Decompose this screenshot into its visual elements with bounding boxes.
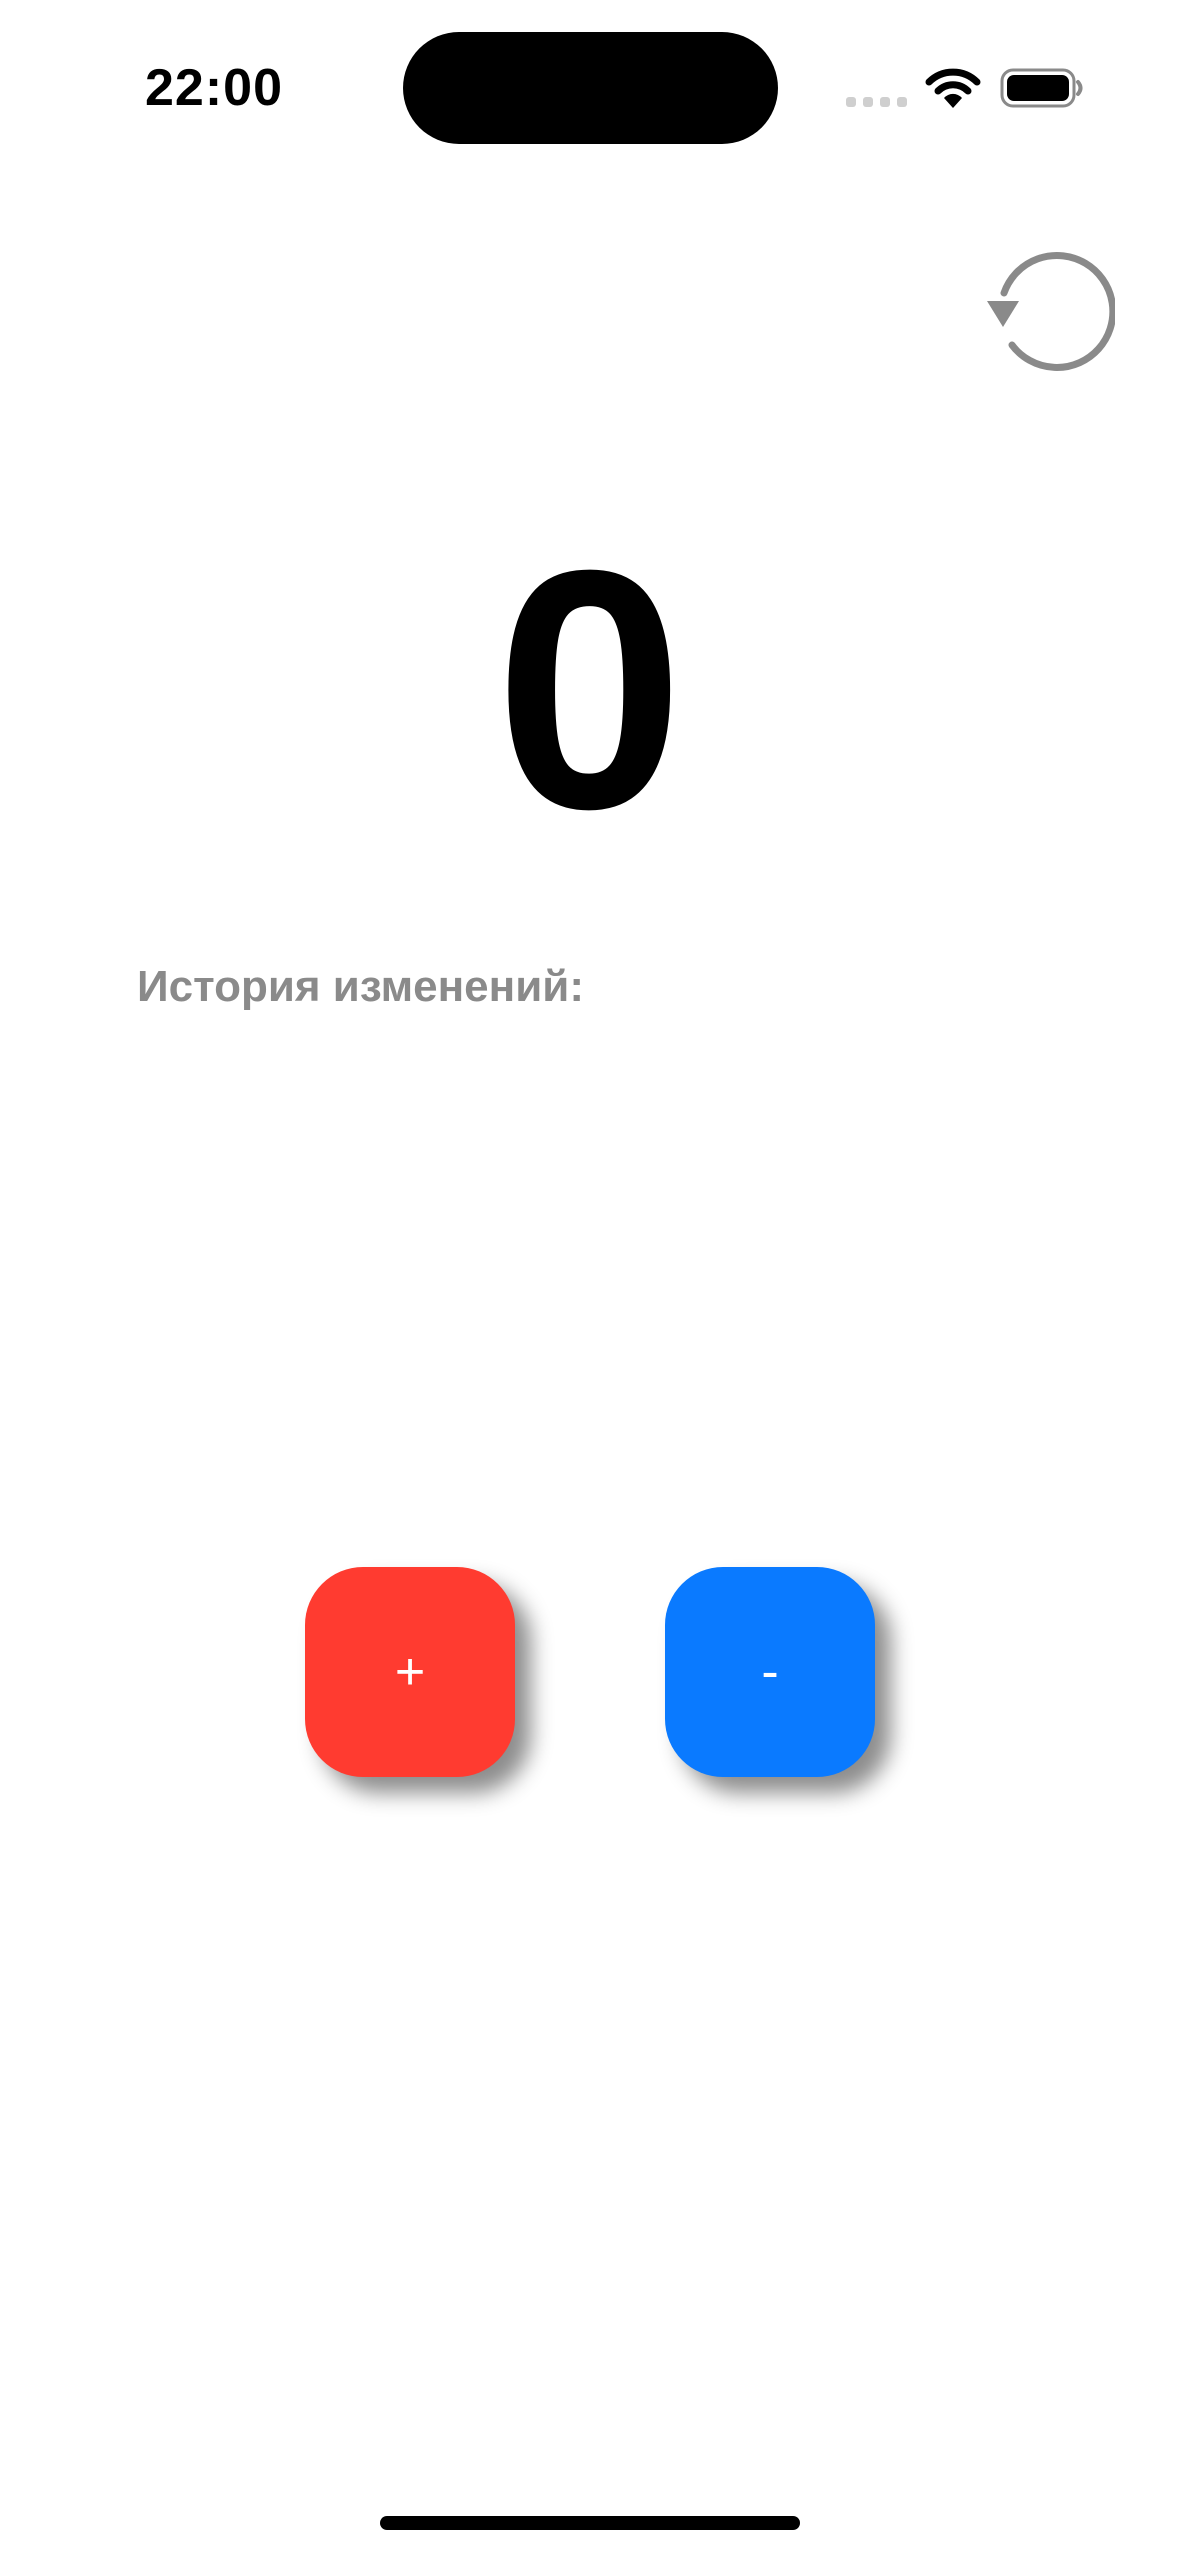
counter-value: 0 bbox=[494, 500, 685, 880]
decrement-button[interactable]: - bbox=[665, 1567, 875, 1777]
cellular-signal-icon bbox=[846, 97, 907, 107]
dynamic-island bbox=[403, 32, 778, 144]
increment-button[interactable]: + bbox=[305, 1567, 515, 1777]
home-indicator[interactable] bbox=[380, 2516, 800, 2530]
battery-icon bbox=[1000, 68, 1083, 108]
status-bar: 22:00 bbox=[0, 0, 1179, 170]
wifi-icon bbox=[925, 68, 981, 108]
reset-button[interactable] bbox=[975, 245, 1117, 375]
counterclockwise-arrow-icon bbox=[987, 251, 1117, 371]
history-title: История изменений: bbox=[137, 962, 584, 1011]
status-time: 22:00 bbox=[145, 59, 283, 117]
